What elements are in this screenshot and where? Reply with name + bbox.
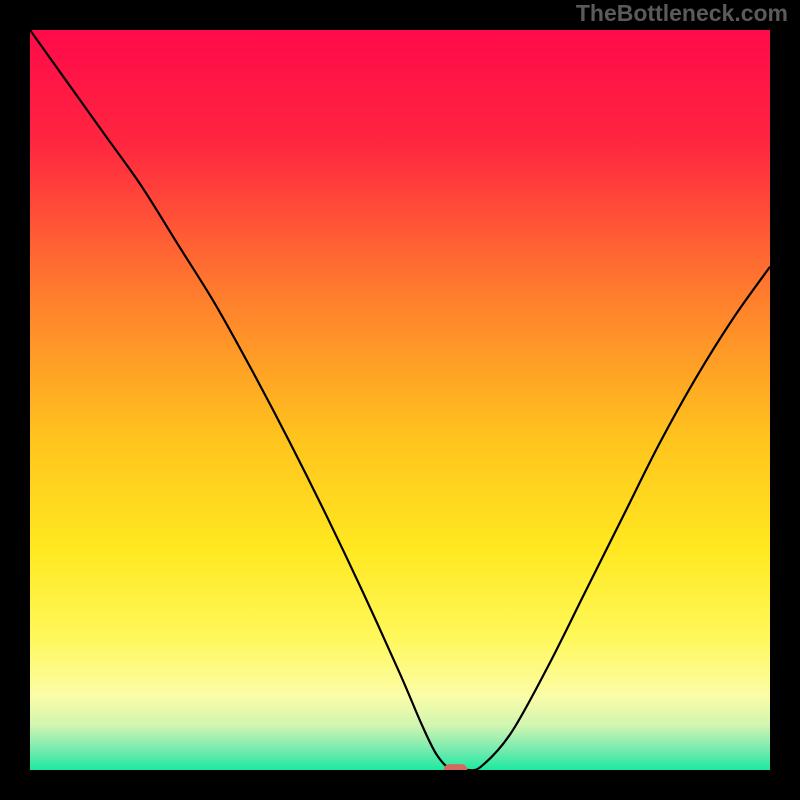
chart-container: TheBottleneck.com	[0, 0, 800, 800]
plot-area	[30, 30, 770, 770]
watermark-text: TheBottleneck.com	[576, 0, 788, 27]
chart-svg	[30, 30, 770, 770]
optimal-marker	[444, 764, 468, 770]
chart-background	[30, 30, 770, 770]
